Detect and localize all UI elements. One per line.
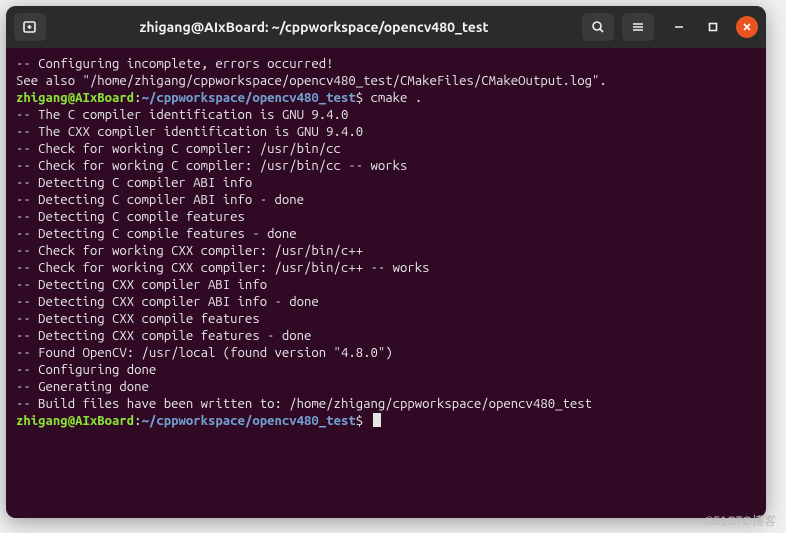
terminal-text: : [134,414,141,428]
terminal-text: -- Detecting C compile features [16,210,245,224]
terminal-text: -- Configuring incomplete, errors occurr… [16,57,334,71]
terminal-line: -- Check for working C compiler: /usr/bi… [16,158,756,175]
terminal-line: -- Detecting CXX compile features - done [16,328,756,345]
terminal-line: -- Found OpenCV: /usr/local (found versi… [16,345,756,362]
terminal-text: -- Build files have been written to: /ho… [16,397,592,411]
terminal-line: -- Generating done [16,379,756,396]
cursor [373,413,381,427]
terminal-text: -- Configuring done [16,363,156,377]
terminal-line: -- Configuring incomplete, errors occurr… [16,56,756,73]
watermark: ©51CTO博客 [705,512,776,529]
terminal-text: -- Detecting C compiler ABI info [16,176,252,190]
terminal-text: : [134,91,141,105]
close-button[interactable] [736,16,758,38]
minimize-icon [674,22,684,32]
hamburger-icon [630,19,646,35]
terminal-line: -- Detecting CXX compiler ABI info [16,277,756,294]
search-icon [590,19,606,35]
terminal-line: -- Check for working CXX compiler: /usr/… [16,260,756,277]
terminal-text: -- Generating done [16,380,149,394]
terminal-line: -- Detecting CXX compile features [16,311,756,328]
terminal-text: $ [356,91,371,105]
terminal-line: -- Detecting C compiler ABI info [16,175,756,192]
terminal-line: -- Detecting C compiler ABI info - done [16,192,756,209]
terminal-text: -- Check for working C compiler: /usr/bi… [16,159,407,173]
terminal-text: zhigang@AIxBoard [16,91,134,105]
terminal-text: -- Check for working CXX compiler: /usr/… [16,261,430,275]
terminal-text: -- The CXX compiler identification is GN… [16,125,363,139]
terminal-text: zhigang@AIxBoard [16,414,134,428]
terminal-body[interactable]: -- Configuring incomplete, errors occurr… [6,48,766,518]
terminal-text: -- Detecting CXX compile features - done [16,329,311,343]
terminal-text: -- Detecting CXX compiler ABI info [16,278,267,292]
search-button[interactable] [582,13,614,41]
terminal-line: -- Check for working CXX compiler: /usr/… [16,243,756,260]
maximize-button[interactable] [702,16,724,38]
terminal-text: $ [356,414,371,428]
minimize-button[interactable] [668,16,690,38]
maximize-icon [708,22,718,32]
terminal-line: -- Configuring done [16,362,756,379]
terminal-text: -- Detecting C compile features - done [16,227,297,241]
terminal-line: -- Detecting C compile features [16,209,756,226]
terminal-line: -- The CXX compiler identification is GN… [16,124,756,141]
terminal-line: -- Build files have been written to: /ho… [16,396,756,413]
terminal-text: -- Detecting CXX compile features [16,312,260,326]
terminal-text: -- Check for working CXX compiler: /usr/… [16,244,363,258]
terminal-text: -- The C compiler identification is GNU … [16,108,348,122]
terminal-window: zhigang@AIxBoard: ~/cppworkspace/opencv4… [6,6,766,518]
terminal-text: See also "/home/zhigang/cppworkspace/ope… [16,74,607,88]
menu-button[interactable] [622,13,654,41]
terminal-line: -- Detecting C compile features - done [16,226,756,243]
terminal-text: -- Detecting CXX compiler ABI info - don… [16,295,319,309]
terminal-text: cmake . [371,91,423,105]
terminal-line: -- The C compiler identification is GNU … [16,107,756,124]
terminal-text: ~/cppworkspace/opencv480_test [142,91,356,105]
window-title: zhigang@AIxBoard: ~/cppworkspace/opencv4… [54,19,574,35]
window-controls [668,16,758,38]
terminal-line: See also "/home/zhigang/cppworkspace/ope… [16,73,756,90]
terminal-line: -- Detecting CXX compiler ABI info - don… [16,294,756,311]
terminal-text: -- Detecting C compiler ABI info - done [16,193,304,207]
terminal-text: ~/cppworkspace/opencv480_test [142,414,356,428]
titlebar: zhigang@AIxBoard: ~/cppworkspace/opencv4… [6,6,766,48]
terminal-line: -- Check for working C compiler: /usr/bi… [16,141,756,158]
terminal-line: zhigang@AIxBoard:~/cppworkspace/opencv48… [16,413,756,430]
new-tab-icon [22,19,38,35]
new-tab-button[interactable] [14,13,46,41]
terminal-text: -- Found OpenCV: /usr/local (found versi… [16,346,393,360]
terminal-text: -- Check for working C compiler: /usr/bi… [16,142,341,156]
terminal-line: zhigang@AIxBoard:~/cppworkspace/opencv48… [16,90,756,107]
close-icon [742,22,752,32]
